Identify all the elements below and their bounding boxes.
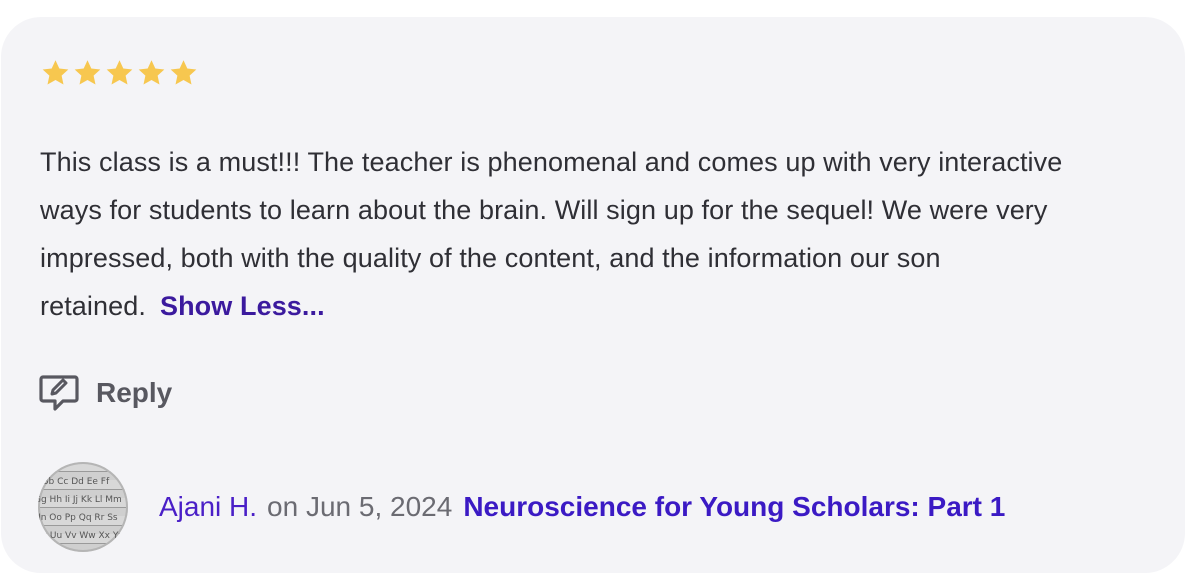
avatar[interactable]: a Bb Cc Dd Ee Ff Gg Hh Ii Jj Kk Ll Mm Nn… xyxy=(38,462,128,552)
speech-bubble-edit-icon xyxy=(39,375,79,411)
reply-button[interactable]: Reply xyxy=(38,372,172,414)
svg-text:Gg Hh Ii Jj Kk Ll Mm: Gg Hh Ii Jj Kk Ll Mm xyxy=(38,495,122,505)
star-icon xyxy=(138,60,165,85)
star-icon xyxy=(74,60,101,85)
review-body: This class is a must!!! The teacher is p… xyxy=(40,138,1130,330)
course-link[interactable]: Neuroscience for Young Scholars: Part 1 xyxy=(463,491,1005,523)
reply-label: Reply xyxy=(96,377,173,408)
review-date: on Jun 5, 2024 xyxy=(267,491,453,522)
avatar-image: a Bb Cc Dd Ee Ff Gg Hh Ii Jj Kk Ll Mm Nn… xyxy=(38,477,124,541)
svg-text:Nn Oo Pp Qq Rr Ss: Nn Oo Pp Qq Rr Ss xyxy=(38,513,118,523)
author-link[interactable]: Ajani H. xyxy=(159,491,257,523)
review-meta: a Bb Cc Dd Ee Ff Gg Hh Ii Jj Kk Ll Mm Nn… xyxy=(38,462,1005,552)
star-icon xyxy=(170,60,197,85)
star-icon xyxy=(42,60,69,85)
show-less-link[interactable]: Show Less... xyxy=(160,291,325,321)
review-card: This class is a must!!! The teacher is p… xyxy=(1,17,1185,573)
star-icon xyxy=(106,60,133,85)
svg-text:a Bb Cc Dd Ee Ff: a Bb Cc Dd Ee Ff xyxy=(38,477,110,487)
star-rating xyxy=(40,58,199,88)
svg-text:Tt Uu Vv Ww Xx Yy: Tt Uu Vv Ww Xx Yy xyxy=(38,531,124,541)
